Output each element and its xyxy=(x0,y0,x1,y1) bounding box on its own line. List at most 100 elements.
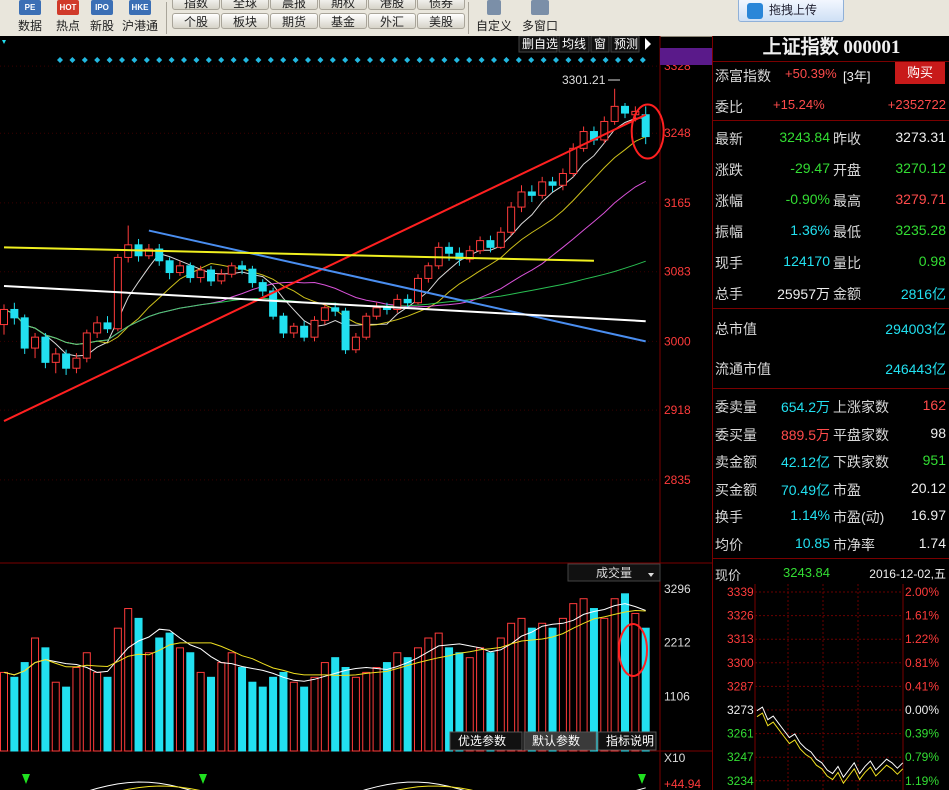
total-mv-value: 294003亿 xyxy=(885,321,946,337)
stat-row: 委卖量 654.2万 上涨家数 162 xyxy=(713,390,949,420)
quote-row: 涨跌 -29.47 开盘 3270.12 xyxy=(713,153,949,183)
mini-pct-tick: 2.00% xyxy=(905,585,939,599)
volume-bar xyxy=(310,676,319,752)
candle-body xyxy=(445,246,454,254)
menu-item[interactable]: 全球 xyxy=(221,0,269,10)
volume-bar xyxy=(196,671,205,752)
candle-body xyxy=(310,319,319,338)
candle-body xyxy=(93,322,102,334)
peak-label: 3301.21 xyxy=(562,73,606,87)
quote-label: 量比 xyxy=(833,255,861,271)
quote-row: 涨幅 -0.90% 最高 3279.71 xyxy=(713,184,949,214)
multi-window-button[interactable]: 多窗口 xyxy=(518,0,562,34)
quote-row: 振幅 1.36% 最低 3235.28 xyxy=(713,215,949,245)
menu-item[interactable]: 晨报 xyxy=(270,0,318,10)
stat-value: 70.49亿 xyxy=(780,481,830,498)
mini-price-tick: 3247 xyxy=(727,750,754,764)
hke-icon: HKE xyxy=(129,0,151,15)
price-tick: 3083 xyxy=(664,265,691,279)
quote-value: 25957万 xyxy=(777,286,830,302)
volume-bar xyxy=(269,676,278,752)
menu-item[interactable]: 债券 xyxy=(417,0,465,10)
volume-bar xyxy=(103,676,112,752)
mini-pct-tick: 0.00% xyxy=(905,703,939,717)
menu-item[interactable]: 基金 xyxy=(319,13,367,29)
stat-label: 市盈 xyxy=(833,481,861,498)
volume-bar xyxy=(41,647,50,752)
menu-item[interactable]: 外汇 xyxy=(368,13,416,29)
upload-button[interactable]: 拖拽上传 xyxy=(738,0,844,22)
volume-bar xyxy=(300,686,309,752)
candle-body xyxy=(165,260,174,274)
mini-pct-tick: 1.61% xyxy=(905,609,939,623)
volume-bar xyxy=(279,671,288,752)
candle-body xyxy=(527,191,536,196)
volume-bar xyxy=(610,598,619,752)
menu-item[interactable]: 美股 xyxy=(417,13,465,29)
toolbar-divider xyxy=(468,2,469,34)
ipo-button[interactable]: IPO 新股 xyxy=(84,0,120,34)
intraday-price-line xyxy=(756,706,904,779)
float-mv-row: 流通市值 246443亿 xyxy=(713,352,949,382)
quote-value: 3270.12 xyxy=(895,160,946,176)
ipo-button-label: 新股 xyxy=(89,19,114,33)
menu-item[interactable]: 港股 xyxy=(368,0,416,10)
volume-bar xyxy=(372,666,381,752)
hk-connect-label: 沪港通 xyxy=(121,19,158,33)
stat-value: 98 xyxy=(930,424,946,441)
candle-body xyxy=(51,353,60,363)
stat-label: 买金额 xyxy=(715,481,757,498)
menu-item[interactable]: 指数 xyxy=(172,0,220,10)
candle-body xyxy=(496,231,505,248)
menu-item[interactable]: 期货 xyxy=(270,13,318,29)
quote-row: 总手 25957万 金额 2816亿 xyxy=(713,277,949,307)
candle-body xyxy=(217,273,226,282)
weibi-row: 委比 +15.24% +2352722 xyxy=(713,90,949,120)
volume-bar xyxy=(579,598,588,752)
hk-connect-button[interactable]: HKE 沪港通 xyxy=(118,0,162,34)
quote-row: 最新 3243.84 昨收 3273.31 xyxy=(713,122,949,152)
mini-price-tick: 3273 xyxy=(727,703,754,717)
ipo-icon: IPO xyxy=(91,0,113,15)
candle-body xyxy=(424,265,433,279)
chart-tool-label: 删自选 xyxy=(522,37,558,51)
buy-button[interactable]: 购买 xyxy=(895,62,945,84)
candle-body xyxy=(279,315,288,334)
volume-bar xyxy=(434,632,443,752)
kline-chart[interactable]: 3328324831653083300029182835329622121106… xyxy=(0,36,712,790)
divider xyxy=(713,388,949,389)
menu-item[interactable]: 个股 xyxy=(172,13,220,29)
volume-bar xyxy=(569,603,578,752)
mini-price-tick: 3326 xyxy=(727,609,754,623)
mini-price-tick: 3234 xyxy=(727,774,754,788)
quote-value: 1.36% xyxy=(790,222,830,238)
index-title: 上证指数 000001 xyxy=(762,37,901,58)
stat-label: 市净率 xyxy=(833,536,875,553)
data-button[interactable]: PE 数据 xyxy=(12,0,48,34)
intraday-chart[interactable]: 3339 3326 3313 3300 3287 3273 3261 3247 3234 2.00… xyxy=(713,584,949,790)
upload-icon xyxy=(747,2,763,19)
candle-body xyxy=(341,310,350,351)
candle-body xyxy=(238,265,247,270)
volume-tick: 3296 xyxy=(664,582,691,596)
hot-button[interactable]: HOT 热点 xyxy=(50,0,86,34)
custom-button[interactable]: 自定义 xyxy=(474,0,514,34)
candle-body xyxy=(0,308,8,326)
volume-bar xyxy=(10,676,19,752)
stat-label: 均价 xyxy=(715,536,743,553)
volume-bar xyxy=(227,652,236,752)
volume-bar xyxy=(631,612,640,752)
custom-button-label: 自定义 xyxy=(475,19,512,33)
volume-bar xyxy=(424,637,433,752)
price-tick: 3000 xyxy=(664,334,691,348)
current-price-box xyxy=(660,48,712,65)
quote-row: 现手 124170 量比 0.98 xyxy=(713,246,949,276)
divider xyxy=(713,308,949,309)
candle-body xyxy=(621,105,629,114)
candle-body xyxy=(10,308,19,319)
mini-pct-tick: 1.22% xyxy=(905,632,939,646)
volume-bar xyxy=(558,617,567,752)
menu-item[interactable]: 期权 xyxy=(319,0,367,10)
menu-item[interactable]: 板块 xyxy=(221,13,269,29)
top-toolbar: PE 数据 HOT 热点 IPO 新股 HKE 沪港通 指数 全球 晨报 期权 港股 债券… xyxy=(0,0,949,37)
